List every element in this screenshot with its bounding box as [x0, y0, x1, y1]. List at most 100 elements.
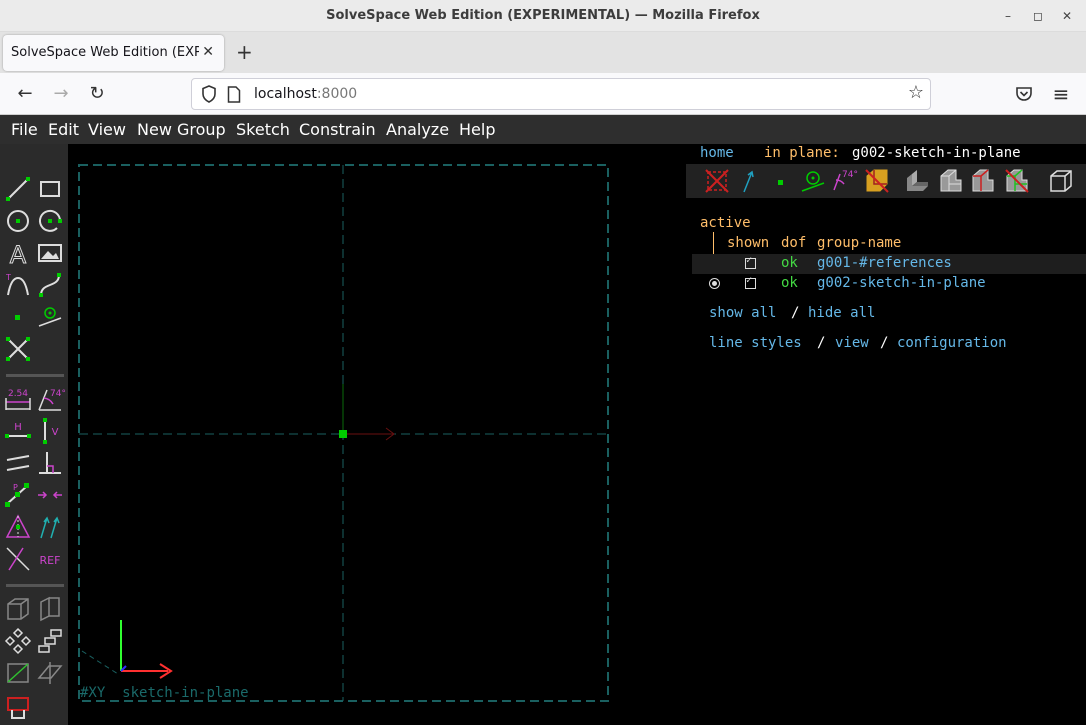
menu-edit[interactable]: Edit — [48, 120, 79, 139]
same-orientation-icon[interactable] — [35, 512, 65, 542]
arc-icon[interactable] — [35, 206, 65, 236]
other-supplementary-icon[interactable] — [3, 544, 33, 574]
menu-sketch[interactable]: Sketch — [236, 120, 290, 139]
group-2-name[interactable]: g002-sketch-in-plane — [817, 274, 986, 292]
angle-constraint-icon[interactable]: 74° — [35, 384, 65, 414]
bezier-icon[interactable] — [35, 270, 65, 300]
vertical-tool-glyph: V — [52, 427, 59, 438]
show-mesh-icon[interactable] — [936, 166, 966, 196]
horizontal-constraint-icon[interactable]: H — [3, 416, 33, 446]
image-icon[interactable] — [35, 238, 65, 268]
in-3d-icon[interactable] — [3, 658, 33, 688]
step-rotate-icon[interactable] — [3, 626, 33, 656]
maximize-icon[interactable]: ◻ — [1030, 8, 1046, 24]
browser-toolbar: 74° — [686, 164, 1086, 198]
show-points-icon[interactable] — [766, 166, 796, 196]
angle-tool-glyph: 74° — [50, 389, 65, 399]
shield-icon — [202, 85, 216, 103]
show-all-link[interactable]: show all — [709, 304, 776, 322]
tab-strip: SolveSpace Web Edition (EXPERIMENTAL) ✕ … — [0, 32, 1086, 73]
reload-icon[interactable]: ↻ — [85, 82, 109, 106]
perpendicular-constraint-icon[interactable] — [35, 448, 65, 478]
svg-text:P: P — [13, 483, 18, 492]
revolve-icon[interactable] — [35, 594, 65, 624]
pocket-icon[interactable] — [1015, 85, 1033, 103]
show-edges-icon[interactable] — [1002, 166, 1032, 196]
active-label: active — [700, 215, 751, 231]
menu-analyze[interactable]: Analyze — [386, 120, 449, 139]
line-icon[interactable] — [3, 174, 33, 204]
show-faces-icon[interactable] — [862, 166, 892, 196]
menu-new-group[interactable]: New Group — [137, 120, 226, 139]
url-bar[interactable]: localhost:8000 ☆ — [191, 78, 931, 110]
on-point-constraint-icon[interactable]: P — [3, 480, 33, 510]
line-styles-separator: / — [817, 335, 826, 351]
circle-icon[interactable] — [3, 206, 33, 236]
sketch-name: sketch-in-plane — [122, 685, 249, 701]
column-dof: dof — [781, 235, 807, 251]
show-constraints-icon[interactable]: 74° — [830, 166, 860, 196]
text-tool-glyph: A — [10, 241, 27, 268]
tab-solvespace[interactable]: SolveSpace Web Edition (EXPERIMENTAL) ✕ — [3, 35, 224, 71]
group-1-dof: ok — [781, 255, 798, 271]
show-hide-separator: / — [791, 305, 800, 321]
view-link[interactable]: view — [835, 334, 869, 352]
in-plane-value: g002-sketch-in-plane — [852, 145, 1021, 161]
extrude-icon[interactable] — [3, 594, 33, 624]
page-icon — [227, 86, 241, 103]
distance-tool-glyph: 2.54 — [8, 389, 28, 399]
home-link[interactable]: home — [700, 144, 734, 162]
group-1-shown-checkbox[interactable] — [745, 255, 756, 269]
tab-close-icon[interactable]: ✕ — [202, 44, 214, 60]
symmetric-constraint-icon[interactable] — [3, 512, 33, 542]
menu-view[interactable]: View — [88, 120, 126, 139]
line-styles-link[interactable]: line styles — [709, 334, 802, 352]
show-workplanes-icon[interactable] — [702, 166, 732, 196]
group-2-active-radio[interactable] — [709, 278, 720, 289]
back-arrow-icon[interactable]: ← — [13, 82, 37, 106]
group-2-shown-checkbox[interactable] — [745, 275, 756, 289]
workplane-icon[interactable] — [35, 302, 65, 332]
hamburger-menu-icon[interactable]: ≡ — [1049, 82, 1073, 106]
close-icon[interactable]: ✕ — [1059, 8, 1075, 24]
distance-constraint-icon[interactable]: 2.54 — [3, 384, 33, 414]
show-shaded-icon[interactable] — [902, 166, 932, 196]
property-browser: home in plane: g002-sketch-in-plane 74° — [686, 144, 1086, 544]
url-text: localhost:8000 — [254, 86, 357, 102]
bookmark-star-icon[interactable]: ☆ — [908, 82, 924, 103]
workplane-label: #XY sketch-in-plane — [80, 685, 249, 701]
left-toolbar: A T 2.54 74° H V P REF — [0, 144, 68, 725]
forward-arrow-icon[interactable]: → — [49, 82, 73, 106]
rectangle-icon[interactable] — [35, 174, 65, 204]
group-1-name[interactable]: g001-#references — [817, 254, 952, 272]
menu-file[interactable]: File — [11, 120, 38, 139]
configuration-link[interactable]: configuration — [897, 334, 1007, 352]
vertical-constraint-icon[interactable]: V — [35, 416, 65, 446]
minimize-icon[interactable]: – — [1000, 8, 1016, 24]
step-translate-icon[interactable] — [35, 626, 65, 656]
new-tab-icon[interactable]: + — [236, 42, 253, 62]
show-outlines-icon[interactable] — [968, 166, 998, 196]
in-workplane-icon[interactable] — [35, 658, 65, 688]
parallel-constraint-icon[interactable] — [3, 448, 33, 478]
column-group-name: group-name — [817, 235, 902, 251]
text-icon[interactable]: A — [3, 238, 33, 269]
workplane-id: #XY — [80, 685, 106, 701]
group-2-dof: ok — [781, 275, 798, 291]
menu-constrain[interactable]: Constrain — [299, 120, 376, 139]
toolbar-separator — [6, 584, 64, 587]
perspective-icon[interactable] — [1046, 166, 1076, 196]
reference-tool-glyph: REF — [40, 554, 61, 567]
construction-icon[interactable] — [3, 334, 33, 364]
import-icon[interactable] — [3, 692, 33, 722]
menu-help[interactable]: Help — [459, 120, 495, 139]
tangent-arc-icon[interactable]: T — [3, 270, 33, 300]
coincident-constraint-icon[interactable] — [35, 480, 65, 510]
horizontal-tool-glyph: H — [14, 422, 22, 433]
hide-all-link[interactable]: hide all — [808, 304, 875, 322]
url-host: localhost — [254, 86, 317, 102]
show-normals-icon[interactable] — [734, 166, 764, 196]
reference-icon[interactable]: REF — [35, 544, 65, 574]
point-icon[interactable] — [3, 302, 33, 332]
show-construction-icon[interactable] — [798, 166, 828, 196]
